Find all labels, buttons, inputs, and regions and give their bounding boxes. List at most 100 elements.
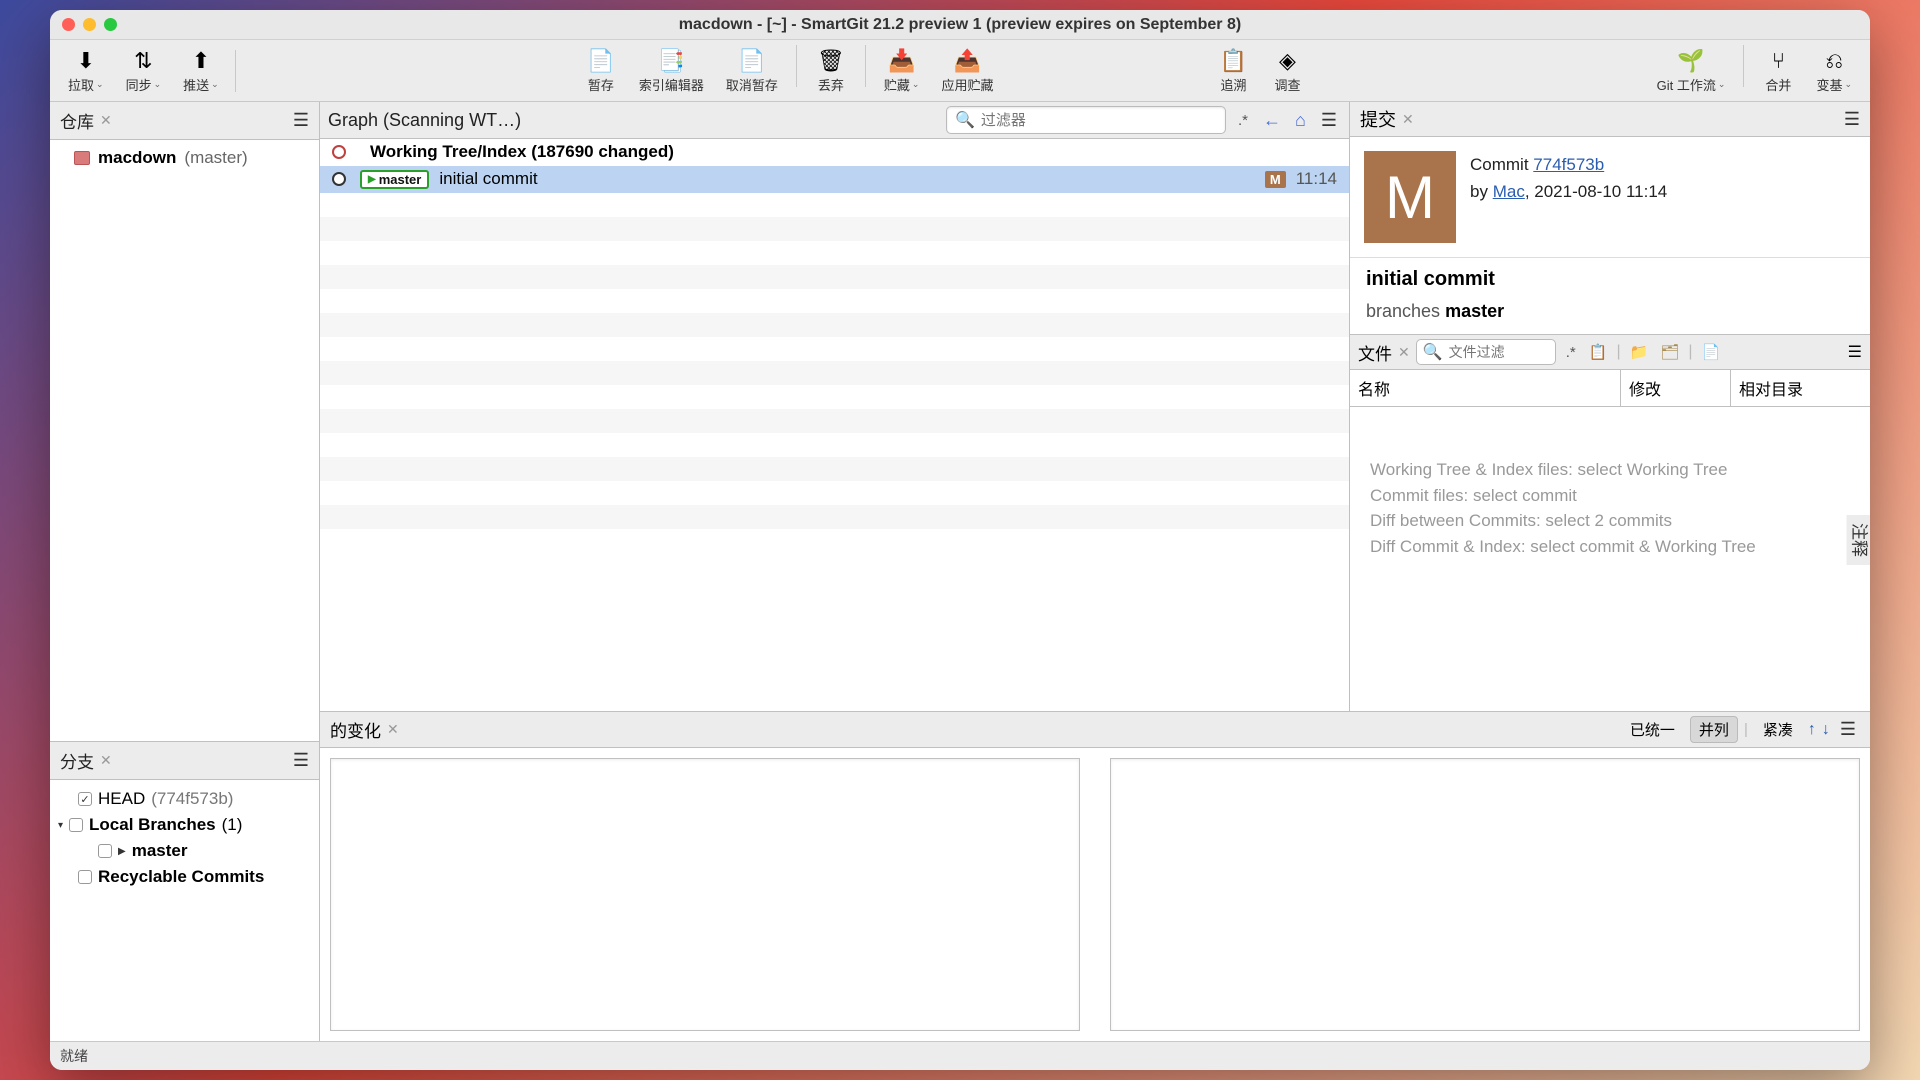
maximize-window-button[interactable] [104, 18, 117, 31]
next-change-icon[interactable]: ↓ [1822, 721, 1830, 739]
unstash-button[interactable]: 📄取消暂存 [716, 45, 788, 96]
investigate-button[interactable]: ◈调查 [1261, 45, 1313, 96]
apply-stash-button[interactable]: 📤应用贮藏 [931, 45, 1003, 96]
commit-node-icon [332, 172, 346, 186]
view-unified-button[interactable]: 已统一 [1621, 716, 1684, 743]
merge-button[interactable]: ⑂合并 [1752, 45, 1804, 96]
menu-icon[interactable]: ☰ [1848, 342, 1862, 362]
discard-button[interactable]: 🗑丢弃 [805, 45, 857, 96]
repo-name: macdown [98, 148, 176, 168]
branches-panel-header: 分支✕ ☰ [50, 742, 319, 780]
view-side-by-side-button[interactable]: 并列 [1690, 716, 1738, 743]
author-badge: M [1265, 171, 1286, 188]
graph-title: Graph (Scanning WT…) [328, 110, 521, 131]
stash-save-icon: 📥 [888, 47, 916, 75]
checkbox-icon[interactable] [69, 818, 83, 832]
filter-input[interactable]: 🔍 [946, 106, 1226, 134]
commit-author-link[interactable]: Mac [1493, 182, 1525, 201]
commit-hash-link[interactable]: 774f573b [1533, 155, 1604, 174]
notes-tab[interactable]: 注释 [1847, 515, 1871, 565]
commit-node-icon [332, 145, 346, 159]
pull-button[interactable]: ⬇︎拉取⌄ [58, 45, 114, 96]
stash-icon: 📄 [587, 47, 615, 75]
branch-recyclable[interactable]: Recyclable Commits [58, 864, 311, 890]
titlebar: macdown - [~] - SmartGit 21.2 preview 1 … [50, 10, 1870, 40]
merge-icon: ⑂ [1764, 47, 1792, 75]
apply-stash-icon: 📤 [953, 47, 981, 75]
graph-rows: Working Tree/Index (187690 changed) mast… [320, 139, 1349, 711]
investigate-icon: ◈ [1273, 47, 1301, 75]
avatar: M [1364, 151, 1456, 243]
files-hints: Working Tree & Index files: select Worki… [1350, 407, 1870, 711]
close-window-button[interactable] [62, 18, 75, 31]
sync-icon: ⇅ [129, 47, 157, 75]
commit-time: 11:14 [1296, 169, 1337, 189]
regex-toggle[interactable]: .* [1234, 112, 1252, 129]
diff-pane-left [330, 758, 1080, 1031]
rebase-button[interactable]: ⎌变基⌄ [1806, 45, 1862, 96]
stash-save-button[interactable]: 📥贮藏⌄ [874, 45, 930, 96]
window-title: macdown - [~] - SmartGit 21.2 preview 1 … [50, 16, 1870, 34]
graph-row-wt[interactable]: Working Tree/Index (187690 changed) [320, 139, 1349, 166]
copy-icon[interactable]: 📋 [1586, 343, 1611, 361]
menu-icon[interactable]: ☰ [293, 750, 309, 771]
download-icon: ⬇︎ [72, 47, 100, 75]
upload-icon: ⬆︎ [187, 47, 215, 75]
back-icon[interactable]: ← [1260, 110, 1284, 131]
checkbox-icon[interactable] [98, 844, 112, 858]
home-icon[interactable]: ⌂ [1292, 110, 1309, 131]
changes-panel-header: 的变化✕ 已统一 并列 | 紧凑 ↑ ↓ ☰ [320, 712, 1870, 748]
files-panel-header: 文件✕ 🔍 .* 📋 | 📁 🗂 | 📄 ☰ 注释 [1350, 334, 1870, 370]
branch-master[interactable]: ▶master [58, 838, 311, 864]
index-editor-icon: 📑 [657, 47, 685, 75]
col-name[interactable]: 名称 [1350, 370, 1620, 406]
gitflow-button[interactable]: 🌱Git 工作流⌄ [1647, 45, 1736, 96]
discard-icon: 🗑 [817, 47, 845, 75]
sync-button[interactable]: ⇅同步⌄ [116, 45, 172, 96]
repo-item[interactable]: macdown (master) [50, 144, 319, 172]
commit-panel-header: 提交✕ ☰ [1350, 102, 1870, 137]
commit-info: M Commit 774f573b by Mac, 2021-08-10 11:… [1350, 137, 1870, 258]
stash-button[interactable]: 📄暂存 [575, 45, 627, 96]
view-compact-button[interactable]: 紧凑 [1754, 716, 1802, 743]
close-icon[interactable]: ✕ [1398, 344, 1410, 361]
commit-branches: branches master [1350, 301, 1870, 334]
unstash-icon: 📄 [738, 47, 766, 75]
checkbox-icon[interactable] [78, 792, 92, 806]
index-editor-button[interactable]: 📑索引编辑器 [629, 45, 714, 96]
blame-button[interactable]: 📋追溯 [1207, 45, 1259, 96]
col-relative-dir[interactable]: 相对目录 [1730, 370, 1870, 406]
status-bar: 就绪 [50, 1041, 1870, 1070]
folder-icon[interactable]: 📁 [1627, 343, 1652, 361]
repo-icon [74, 151, 90, 165]
commit-message: initial commit [1350, 258, 1870, 301]
checkbox-icon[interactable] [78, 870, 92, 884]
collapse-icon[interactable]: ▾ [58, 820, 63, 831]
gitflow-icon: 🌱 [1677, 47, 1705, 75]
menu-icon[interactable]: ☰ [293, 110, 309, 131]
push-button[interactable]: ⬆︎推送⌄ [173, 45, 229, 96]
branch-local-branches[interactable]: ▾Local Branches (1) [58, 812, 311, 838]
menu-icon[interactable]: ☰ [1836, 719, 1860, 740]
close-icon[interactable]: ✕ [1402, 111, 1414, 128]
col-modified[interactable]: 修改 [1620, 370, 1730, 406]
folder-tree-icon[interactable]: 🗂 [1657, 343, 1682, 361]
minimize-window-button[interactable] [83, 18, 96, 31]
regex-toggle[interactable]: .* [1562, 344, 1580, 361]
close-icon[interactable]: ✕ [387, 721, 399, 738]
play-icon: ▶ [118, 846, 126, 857]
branch-head[interactable]: HEAD (774f573b) [58, 786, 311, 812]
prev-change-icon[interactable]: ↑ [1808, 721, 1816, 739]
diff-pane-right [1110, 758, 1860, 1031]
file-filter-input[interactable]: 🔍 [1416, 339, 1556, 365]
file-icon[interactable]: 📄 [1698, 343, 1723, 361]
close-icon[interactable]: ✕ [100, 752, 112, 769]
search-icon: 🔍 [955, 110, 975, 130]
close-icon[interactable]: ✕ [100, 112, 112, 129]
repo-branch: (master) [184, 148, 247, 168]
toolbar: ⬇︎拉取⌄ ⇅同步⌄ ⬆︎推送⌄ 📄暂存 📑索引编辑器 📄取消暂存 🗑丢弃 📥贮… [50, 40, 1870, 102]
graph-header: Graph (Scanning WT…) 🔍 .* ← ⌂ ☰ [320, 102, 1349, 139]
graph-row[interactable]: master initial commit M 11:14 [320, 166, 1349, 193]
menu-icon[interactable]: ☰ [1317, 110, 1341, 131]
menu-icon[interactable]: ☰ [1844, 109, 1860, 130]
